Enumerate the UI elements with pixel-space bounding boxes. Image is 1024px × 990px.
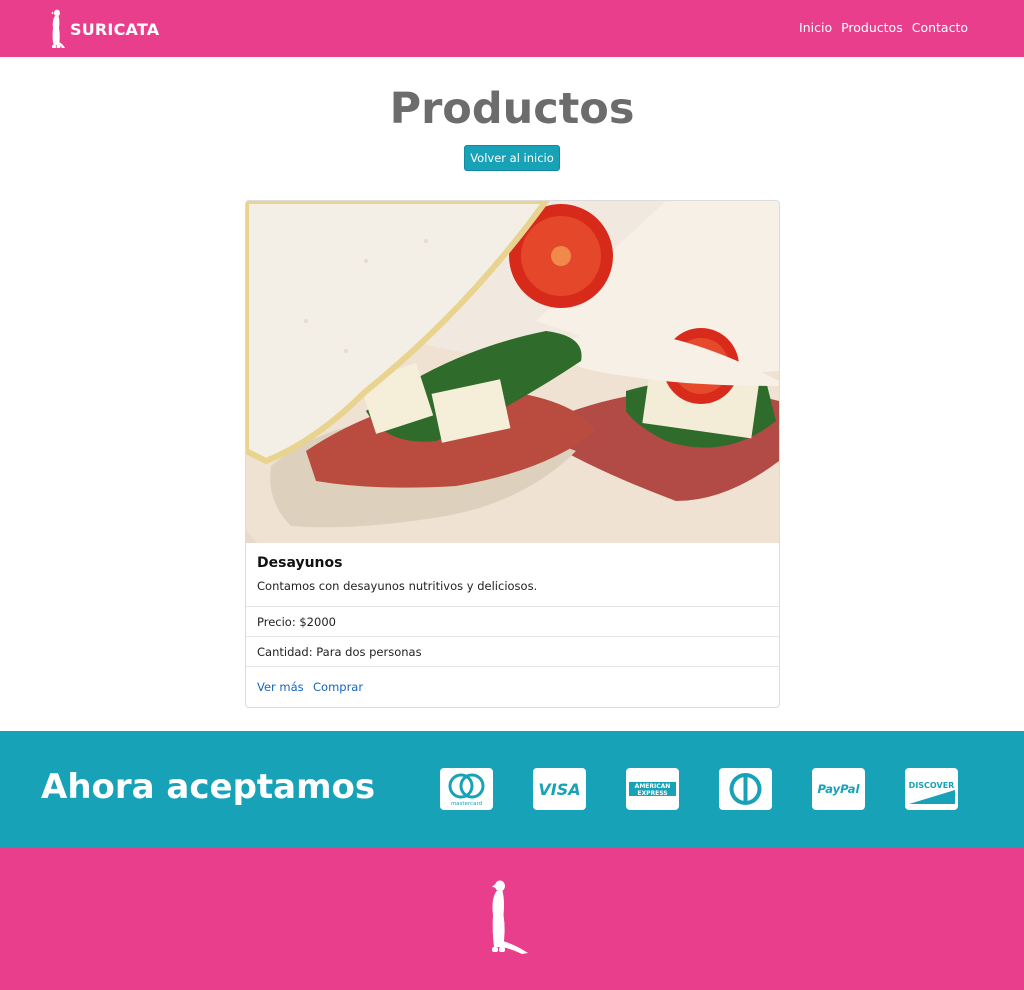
meerkat-logo-icon	[492, 880, 528, 954]
nav-links: Inicio Productos Contacto	[799, 20, 968, 35]
visa-icon: VISA	[533, 768, 586, 810]
footer	[0, 847, 1024, 990]
nav-link-inicio[interactable]: Inicio	[799, 20, 832, 35]
product-price-row: Precio: $2000	[246, 607, 779, 637]
paypal-icon: PayPal	[812, 768, 865, 810]
nav-link-productos[interactable]: Productos	[841, 20, 903, 35]
buy-link[interactable]: Comprar	[313, 680, 363, 694]
product-price: Precio: $2000	[257, 615, 336, 629]
product-image	[246, 201, 779, 543]
mastercard-icon: mastercard	[440, 768, 493, 810]
svg-text:EXPRESS: EXPRESS	[637, 790, 667, 797]
product-quantity-row: Cantidad: Para dos personas	[246, 637, 779, 667]
meerkat-icon	[51, 9, 65, 48]
discover-label: DISCOVER	[909, 781, 955, 790]
product-card-footer: Ver más Comprar	[246, 667, 779, 707]
discover-icon: DISCOVER	[905, 768, 958, 810]
payment-methods-title: Ahora aceptamos	[41, 767, 376, 807]
product-card-body: Desayunos Contamos con desayunos nutriti…	[246, 543, 779, 607]
brand-logo-link[interactable]: SURICATA	[48, 8, 159, 50]
back-to-home-button[interactable]: Volver al inicio	[464, 145, 560, 171]
visa-label: VISA	[538, 780, 580, 799]
page-title: Productos	[389, 84, 635, 134]
payment-methods-section: Ahora aceptamos mastercard VISA AMERICAN…	[0, 731, 1024, 847]
svg-text:AMERICAN: AMERICAN	[635, 783, 671, 790]
paypal-label: PayPal	[818, 782, 861, 796]
product-card: Desayunos Contamos con desayunos nutriti…	[245, 200, 780, 708]
product-title: Desayunos	[257, 555, 343, 571]
navbar: SURICATA Inicio Productos Contacto	[0, 0, 1024, 57]
view-more-link[interactable]: Ver más	[257, 680, 304, 694]
mastercard-label: mastercard	[451, 801, 482, 807]
diners-club-icon	[719, 768, 772, 810]
nav-link-contacto[interactable]: Contacto	[912, 20, 968, 35]
product-description: Contamos con desayunos nutritivos y deli…	[257, 579, 538, 593]
brand-name: SURICATA	[70, 19, 160, 39]
american-express-icon: AMERICAN EXPRESS	[626, 768, 679, 810]
product-quantity: Cantidad: Para dos personas	[257, 645, 422, 659]
